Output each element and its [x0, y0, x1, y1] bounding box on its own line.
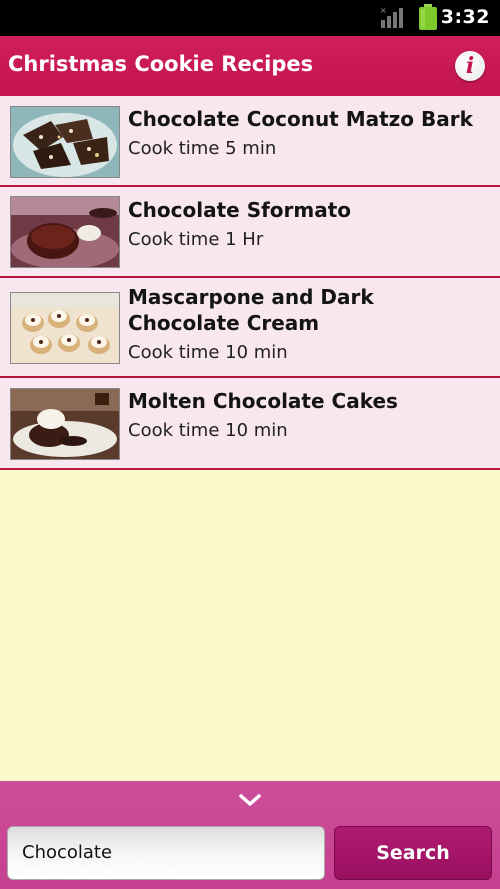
status-bar: × 3:32	[0, 0, 500, 36]
chevron-down-icon[interactable]	[238, 793, 262, 807]
app-title: Christmas Cookie Recipes	[8, 52, 314, 76]
recipe-row[interactable]: Chocolate Sformato Cook time 1 Hr	[0, 187, 500, 278]
info-icon: i	[465, 53, 475, 79]
recipe-list: Chocolate Coconut Matzo Bark Cook time 5…	[0, 96, 500, 470]
recipe-name: Molten Chocolate Cakes	[128, 389, 398, 413]
signal-bars-icon: ×	[380, 6, 403, 28]
recipe-cook-time: Cook time 10 min	[128, 342, 288, 363]
recipe-row[interactable]: Molten Chocolate Cakes Cook time 10 min	[0, 378, 500, 470]
recipe-name: Chocolate Coconut Matzo Bark	[128, 107, 473, 131]
battery-icon	[419, 4, 437, 30]
recipe-row[interactable]: Chocolate Coconut Matzo Bark Cook time 5…	[0, 96, 500, 187]
info-button[interactable]: i	[455, 51, 485, 81]
recipe-thumbnail-sformato	[10, 196, 120, 268]
recipe-thumbnail-molten-cakes	[10, 388, 120, 460]
app-title-bar: Christmas Cookie Recipes i	[0, 36, 500, 96]
watermark-text: Free for personal use	[8, 860, 177, 879]
recipe-cook-time: Cook time 5 min	[128, 138, 277, 159]
svg-text:×: ×	[380, 6, 387, 15]
recipe-thumbnail-mascarpone	[10, 292, 120, 364]
recipe-name: Mascarpone and Dark Chocolate Cream	[128, 285, 374, 335]
recipe-name: Chocolate Sformato	[128, 198, 352, 222]
search-button[interactable]: Search	[334, 826, 492, 880]
recipe-row[interactable]: Mascarpone and Dark Chocolate Cream Cook…	[0, 278, 500, 378]
recipe-cook-time: Cook time 10 min	[128, 420, 288, 441]
recipe-cook-time: Cook time 1 Hr	[128, 229, 264, 250]
recipe-thumbnail-matzo-bark	[10, 106, 120, 178]
status-clock: 3:32	[440, 6, 490, 28]
